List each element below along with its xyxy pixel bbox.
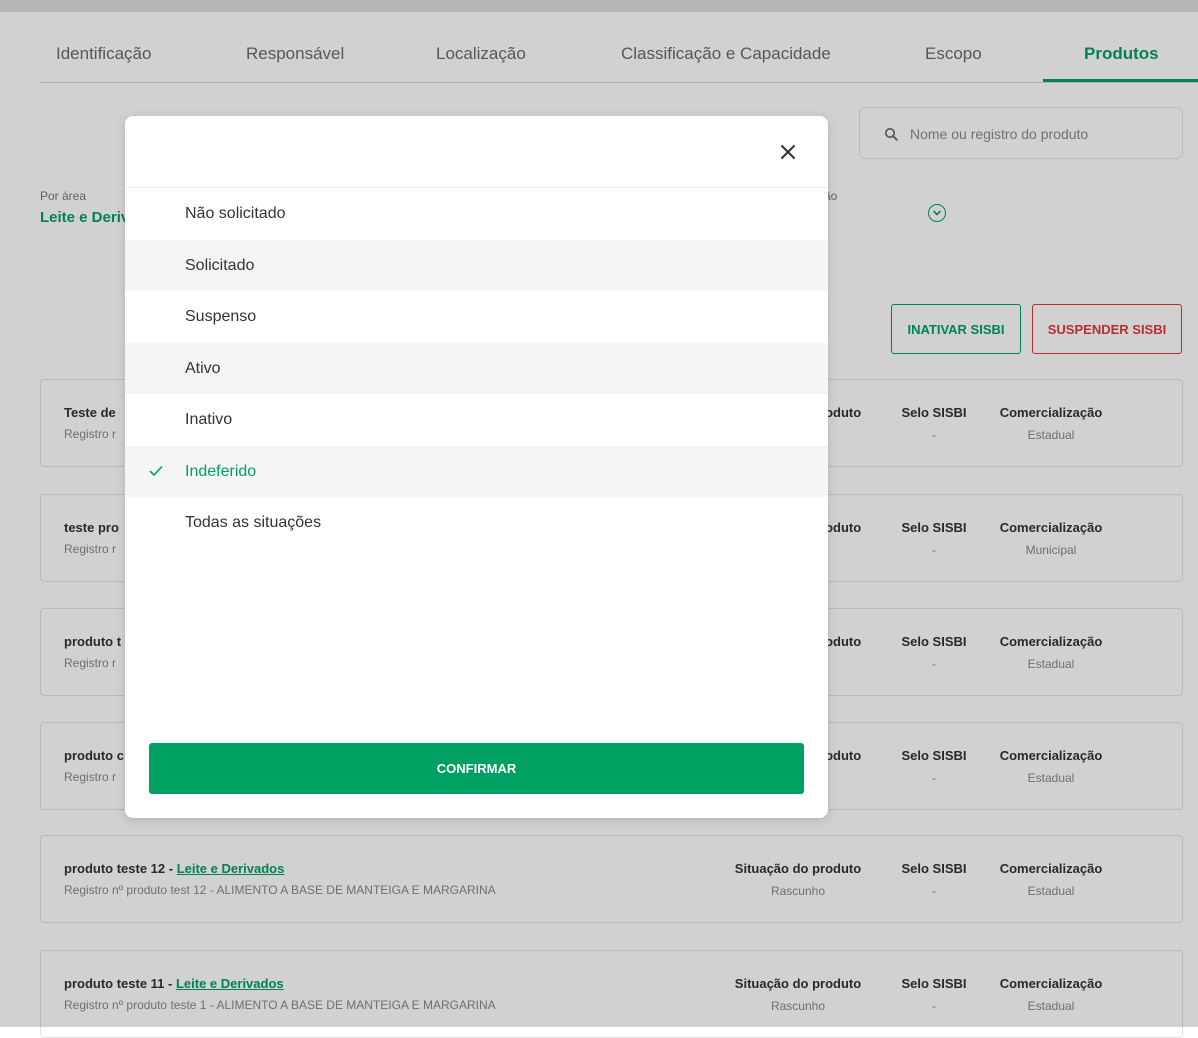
situacao-option-list: Não solicitado Solicitado Suspenso Ativo…: [125, 188, 828, 549]
option-label: Suspenso: [185, 308, 256, 325]
option-todas-as-situacoes[interactable]: Todas as situações: [125, 497, 828, 549]
check-icon: [149, 464, 163, 478]
close-icon[interactable]: [776, 140, 800, 164]
option-label: Solicitado: [185, 257, 254, 274]
option-label: Inativo: [185, 411, 232, 428]
option-label: Ativo: [185, 360, 221, 377]
option-label: Não solicitado: [185, 205, 286, 222]
option-indeferido[interactable]: Indeferido: [125, 446, 828, 498]
option-suspenso[interactable]: Suspenso: [125, 291, 828, 343]
option-label: Todas as situações: [185, 514, 321, 531]
situacao-filter-modal: Não solicitado Solicitado Suspenso Ativo…: [125, 116, 828, 818]
option-inativo[interactable]: Inativo: [125, 394, 828, 446]
option-nao-solicitado[interactable]: Não solicitado: [125, 188, 828, 240]
modal-header: [125, 116, 828, 188]
option-label: Indeferido: [185, 463, 256, 480]
option-ativo[interactable]: Ativo: [125, 343, 828, 395]
confirm-button[interactable]: CONFIRMAR: [149, 743, 804, 794]
option-solicitado[interactable]: Solicitado: [125, 240, 828, 292]
